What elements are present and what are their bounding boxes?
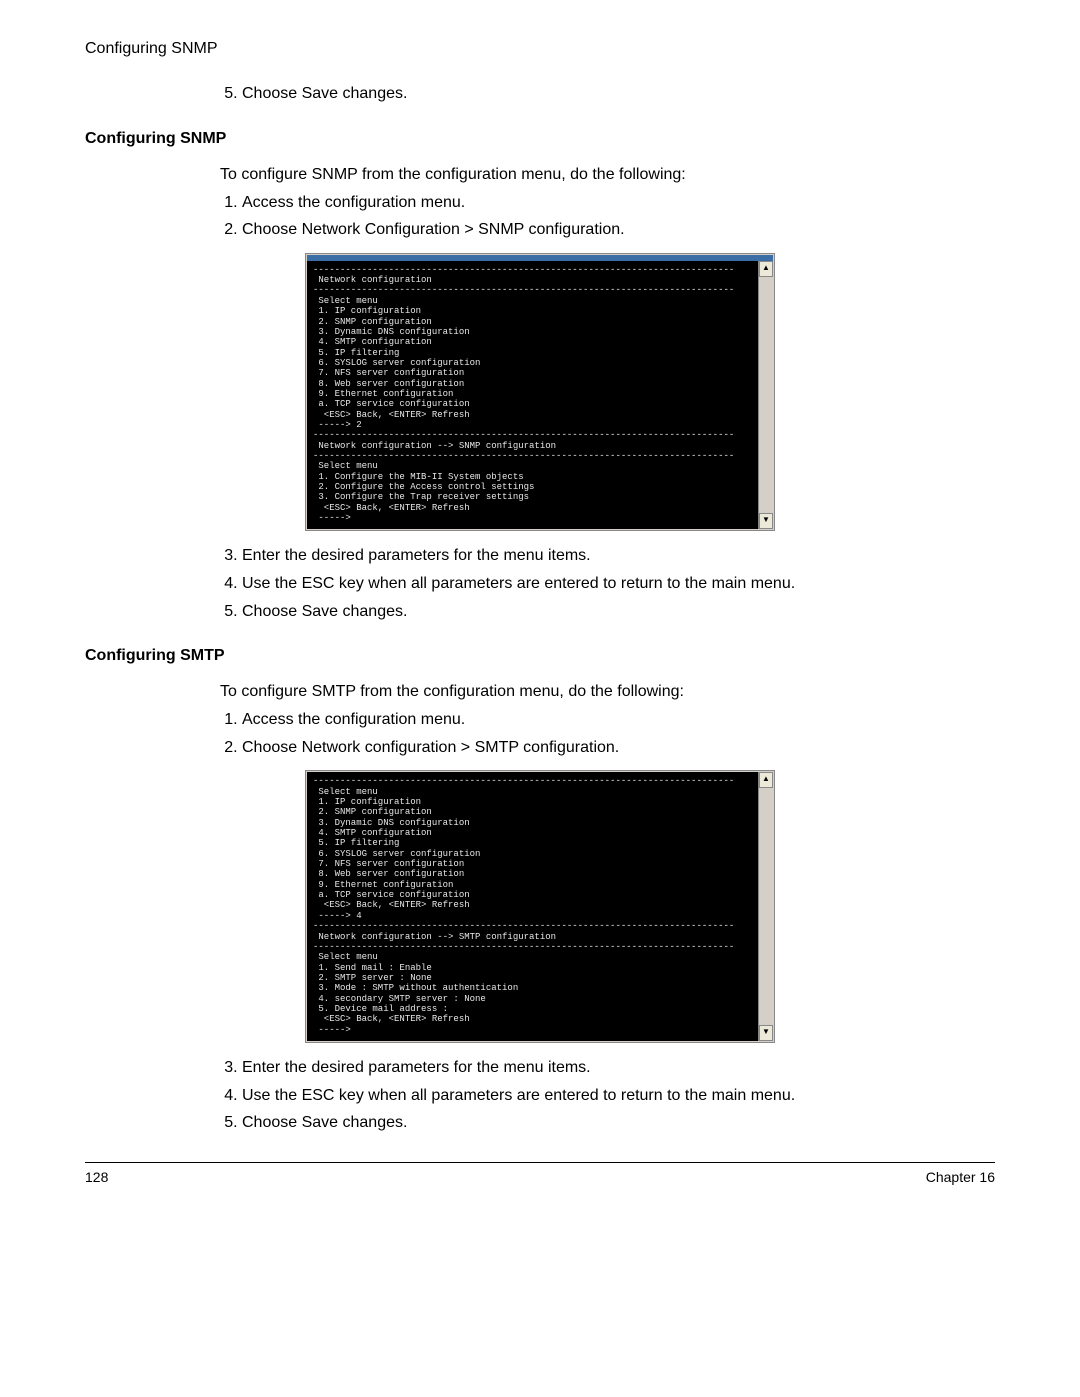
- scroll-down-icon[interactable]: ▼: [759, 1025, 773, 1041]
- smtp-intro: To configure SMTP from the configuration…: [220, 683, 995, 701]
- list-item: Choose Save changes.: [242, 83, 995, 105]
- terminal-text: ----------------------------------------…: [307, 261, 758, 530]
- section-title-snmp: Configuring SNMP: [85, 130, 995, 148]
- scrollbar[interactable]: ▲ ▼: [758, 261, 773, 530]
- list-item: Use the ESC key when all parameters are …: [242, 1085, 995, 1107]
- running-header: Configuring SNMP: [85, 40, 995, 58]
- list-item: Choose Save changes.: [242, 601, 995, 623]
- terminal-screenshot-smtp: ----------------------------------------…: [305, 770, 775, 1043]
- section-title-smtp: Configuring SMTP: [85, 647, 995, 665]
- smtp-steps-b: Enter the desired parameters for the men…: [220, 1057, 995, 1134]
- chapter-label: Chapter 16: [926, 1169, 995, 1185]
- footer-rule: [85, 1162, 995, 1163]
- list-item: Choose Save changes.: [242, 1112, 995, 1134]
- scroll-up-icon[interactable]: ▲: [759, 261, 773, 277]
- prior-steps-list: Choose Save changes.: [220, 83, 995, 105]
- list-item: Enter the desired parameters for the men…: [242, 1057, 995, 1079]
- list-item: Access the configuration menu.: [242, 709, 995, 731]
- list-item: Access the configuration menu.: [242, 192, 995, 214]
- scroll-down-icon[interactable]: ▼: [759, 513, 773, 529]
- list-item: Choose Network Configuration > SNMP conf…: [242, 219, 995, 241]
- snmp-intro: To configure SNMP from the configuration…: [220, 166, 995, 184]
- scrollbar[interactable]: ▲ ▼: [758, 772, 773, 1041]
- terminal-text: ----------------------------------------…: [307, 772, 758, 1041]
- terminal-screenshot-snmp: ----------------------------------------…: [305, 253, 775, 532]
- list-item: Enter the desired parameters for the men…: [242, 545, 995, 567]
- smtp-steps-a: Access the configuration menu. Choose Ne…: [220, 709, 995, 758]
- snmp-steps-a: Access the configuration menu. Choose Ne…: [220, 192, 995, 241]
- list-item: Choose Network configuration > SMTP conf…: [242, 737, 995, 759]
- snmp-steps-b: Enter the desired parameters for the men…: [220, 545, 995, 622]
- page-number: 128: [85, 1169, 108, 1185]
- scroll-up-icon[interactable]: ▲: [759, 772, 773, 788]
- list-item: Use the ESC key when all parameters are …: [242, 573, 995, 595]
